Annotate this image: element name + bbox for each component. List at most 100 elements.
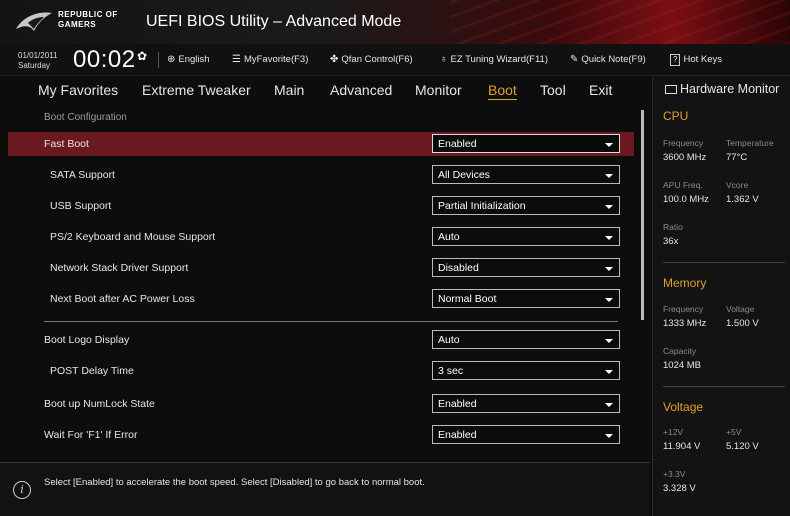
lightbulb-icon: ♁	[440, 54, 448, 65]
numlock-dropdown[interactable]: Enabled	[432, 394, 620, 413]
next-boot-dropdown[interactable]: Normal Boot	[432, 289, 620, 308]
tab-my-favorites[interactable]: My Favorites	[38, 82, 118, 98]
setting-label: POST Delay Time	[50, 365, 134, 377]
chevron-down-icon	[605, 339, 613, 343]
dropdown-value: Auto	[438, 334, 460, 346]
chevron-down-icon	[605, 205, 613, 209]
qfan-label: Qfan Control(F6)	[341, 54, 413, 65]
tab-extreme-tweaker[interactable]: Extreme Tweaker	[142, 82, 251, 98]
hardware-monitor-panel: Hardware Monitor CPU Frequency Temperatu…	[652, 76, 790, 516]
hw-title-label: Hardware Monitor	[680, 82, 780, 96]
brand-line2: GAMERS	[58, 20, 97, 29]
setting-row-network-stack[interactable]: Network Stack Driver Support Disabled	[8, 256, 634, 280]
list-icon: ☰	[232, 54, 241, 65]
day-text: Saturday	[18, 61, 51, 70]
setting-row-usb-support[interactable]: USB Support Partial Initialization	[8, 194, 634, 218]
tab-tool[interactable]: Tool	[540, 82, 566, 98]
vcore-label: Vcore	[726, 180, 749, 190]
cpu-frequency-value: 3600 MHz	[663, 152, 707, 163]
info-bar: 01/01/2011 Saturday 00:02 ✿ ⊕ English ☰ My…	[0, 44, 790, 76]
apu-freq-label: APU Freq.	[663, 180, 703, 190]
myfavorite-label: MyFavorite(F3)	[243, 54, 309, 65]
usb-support-dropdown[interactable]: Partial Initialization	[432, 196, 620, 215]
tab-advanced[interactable]: Advanced	[330, 82, 392, 98]
setting-row-fast-boot[interactable]: Fast Boot Enabled	[8, 132, 634, 156]
section-divider	[44, 321, 618, 322]
tab-exit[interactable]: Exit	[589, 82, 612, 98]
setting-label: Boot Logo Display	[44, 334, 130, 346]
apu-freq-value: 100.0 MHz	[663, 194, 709, 205]
globe-icon: ⊕	[167, 54, 176, 65]
dropdown-value: Partial Initialization	[438, 200, 526, 212]
setting-label: USB Support	[50, 200, 112, 212]
memory-frequency-value: 1333 MHz	[663, 318, 707, 329]
setting-row-wait-f1[interactable]: Wait For 'F1' If Error Enabled	[8, 423, 634, 447]
tab-monitor[interactable]: Monitor	[415, 82, 462, 98]
setting-row-boot-logo[interactable]: Boot Logo Display Auto	[8, 328, 634, 352]
language-button[interactable]: ⊕ English	[167, 54, 210, 65]
post-delay-dropdown[interactable]: 3 sec	[432, 361, 620, 380]
monitor-icon	[665, 85, 677, 94]
memory-voltage-label: Voltage	[726, 304, 755, 314]
setting-row-post-delay[interactable]: POST Delay Time 3 sec	[8, 359, 634, 383]
chevron-down-icon	[605, 403, 613, 407]
hardware-monitor-title: Hardware Monitor	[665, 82, 779, 96]
tab-boot[interactable]: Boot	[488, 82, 517, 100]
dropdown-value: Disabled	[438, 262, 479, 274]
title-bar: REPUBLIC OF GAMERS UEFI BIOS Utility – A…	[0, 0, 790, 44]
quick-note-button[interactable]: ✎ Quick Note(F9)	[570, 54, 646, 65]
dropdown-value: Enabled	[438, 138, 477, 150]
tab-main[interactable]: Main	[274, 82, 304, 98]
chevron-down-icon	[605, 434, 613, 438]
sata-support-dropdown[interactable]: All Devices	[432, 165, 620, 184]
boot-logo-dropdown[interactable]: Auto	[432, 330, 620, 349]
capacity-value: 1024 MB	[663, 360, 702, 371]
setting-label: PS/2 Keyboard and Mouse Support	[50, 231, 216, 243]
setting-label: SATA Support	[50, 169, 115, 181]
cpu-frequency-label: Frequency	[663, 138, 704, 148]
toolbar-divider	[158, 52, 159, 68]
scrollbar[interactable]	[641, 110, 644, 320]
memory-voltage-value: 1.500 V	[726, 318, 759, 329]
myfavorite-button[interactable]: ☰ MyFavorite(F3)	[232, 54, 308, 65]
memory-frequency-label: Frequency	[663, 304, 704, 314]
hot-keys-label: Hot Keys	[683, 54, 722, 65]
v5-value: 5.120 V	[726, 441, 759, 452]
chevron-down-icon	[605, 236, 613, 240]
chevron-down-icon	[605, 370, 613, 374]
fan-icon: ✤	[330, 54, 339, 65]
network-stack-dropdown[interactable]: Disabled	[432, 258, 620, 277]
setting-row-numlock[interactable]: Boot up NumLock State Enabled	[8, 392, 634, 416]
section-heading: Boot Configuration	[44, 112, 127, 123]
help-key-icon: ?	[670, 54, 681, 66]
rog-logo: REPUBLIC OF GAMERS	[14, 7, 124, 37]
setting-label: Fast Boot	[44, 138, 89, 150]
v12-label: +12V	[663, 427, 684, 437]
gear-icon[interactable]: ✿	[137, 49, 147, 63]
qfan-control-button[interactable]: ✤ Qfan Control(F6)	[330, 54, 413, 65]
setting-row-next-boot-ac-loss[interactable]: Next Boot after AC Power Loss Normal Boo…	[8, 287, 634, 311]
fast-boot-dropdown[interactable]: Enabled	[432, 134, 620, 153]
vcore-value: 1.362 V	[726, 194, 759, 205]
dropdown-value: Enabled	[438, 398, 477, 410]
setting-label: Boot up NumLock State	[44, 398, 155, 410]
hw-divider	[663, 262, 785, 263]
help-text: Select [Enabled] to accelerate the boot …	[44, 477, 425, 488]
chevron-down-icon	[605, 143, 613, 147]
date-display: 01/01/2011 Saturday	[18, 51, 57, 71]
main-menu-tabs: My Favorites Extreme Tweaker Main Advanc…	[0, 76, 640, 104]
clock: 00:02	[73, 46, 136, 73]
setting-row-ps2-support[interactable]: PS/2 Keyboard and Mouse Support Auto	[8, 225, 634, 249]
ps2-support-dropdown[interactable]: Auto	[432, 227, 620, 246]
wait-f1-dropdown[interactable]: Enabled	[432, 425, 620, 444]
dropdown-value: Auto	[438, 231, 460, 243]
hot-keys-button[interactable]: ? Hot Keys	[670, 54, 722, 66]
setting-row-sata-support[interactable]: SATA Support All Devices	[8, 163, 634, 187]
ez-tuning-wizard-button[interactable]: ♁ EZ Tuning Wizard(F11)	[440, 54, 548, 65]
voltage-heading: Voltage	[663, 400, 704, 414]
chevron-down-icon	[605, 174, 613, 178]
brand-line1: REPUBLIC OF	[58, 10, 118, 19]
memory-heading: Memory	[663, 276, 707, 290]
note-icon: ✎	[570, 54, 579, 65]
date-text: 01/01/2011	[18, 51, 58, 60]
